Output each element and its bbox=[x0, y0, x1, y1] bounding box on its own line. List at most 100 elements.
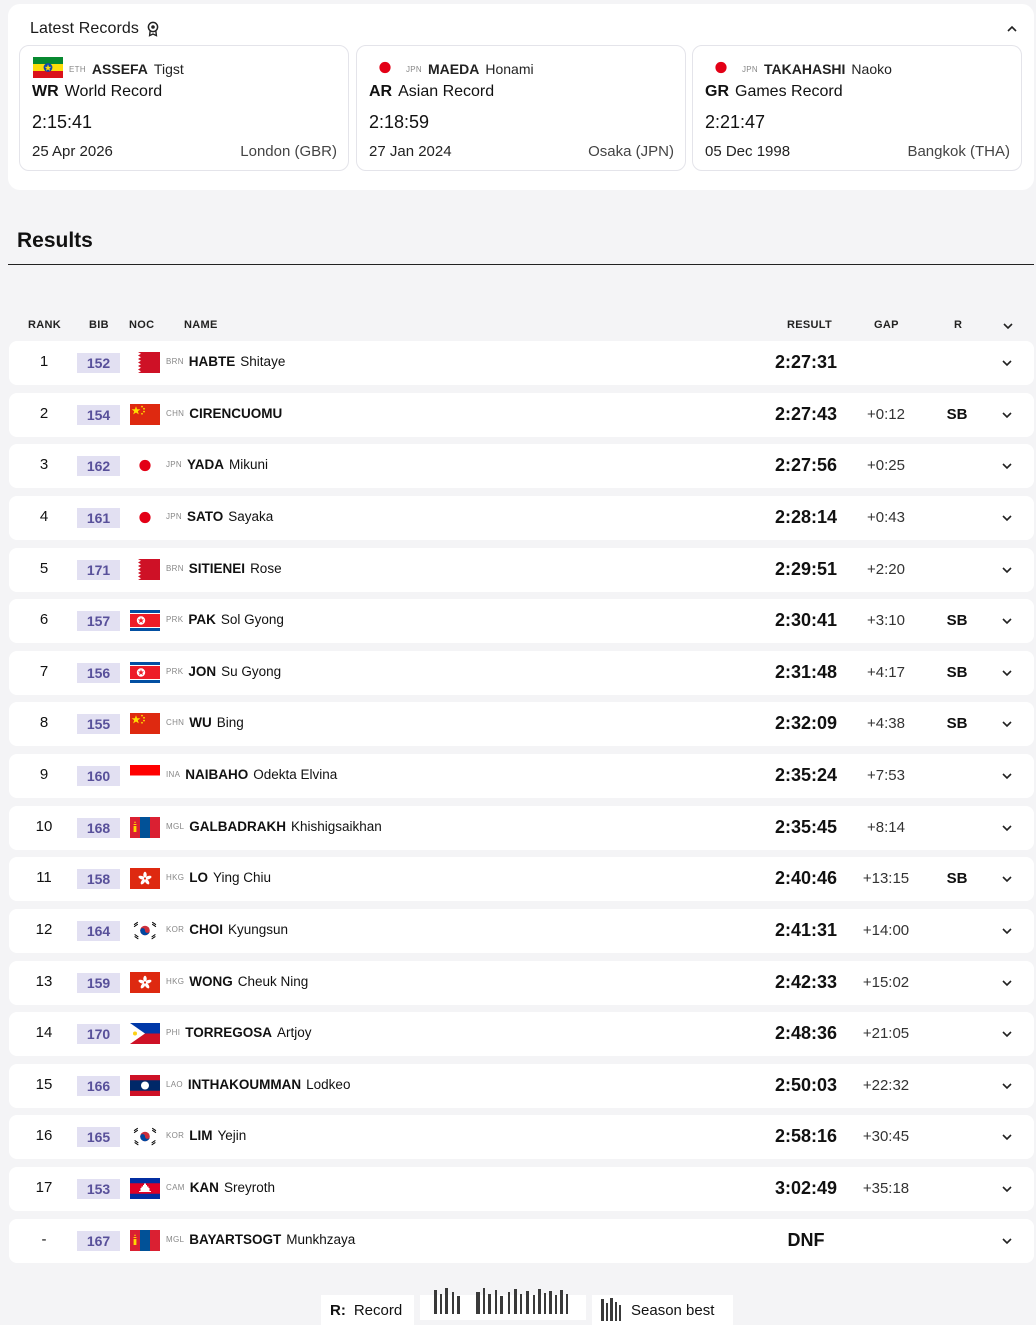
chevron-down-icon bbox=[1002, 1238, 1012, 1245]
expand-row-button[interactable] bbox=[1001, 1130, 1013, 1142]
result-row[interactable]: 15 166 LAO INTHAKOUMMAN Lodkeo 2:50:03 +… bbox=[9, 1064, 1034, 1108]
rank-value: 3 bbox=[39, 456, 49, 473]
result-row[interactable]: 11 158 HKG LO Ying Chiu 2:40:46 +13:15 S… bbox=[9, 857, 1034, 901]
flag-jpn-icon bbox=[370, 57, 400, 81]
athlete-surname: SATO bbox=[187, 509, 224, 524]
expand-row-button[interactable] bbox=[1001, 459, 1013, 471]
flag-prk-icon bbox=[130, 662, 160, 683]
noc-code: BRN bbox=[166, 564, 184, 573]
result-row[interactable]: 4 161 JPN SATO Sayaka 2:28:14 +0:43 bbox=[9, 496, 1034, 540]
record-badge: SB bbox=[946, 612, 968, 629]
athlete-name: PRK PAK Sol Gyong bbox=[166, 612, 284, 627]
chevron-down-icon bbox=[1002, 463, 1012, 470]
rank-value: 12 bbox=[35, 921, 53, 938]
expand-row-button[interactable] bbox=[1001, 1182, 1013, 1194]
chevron-down-icon bbox=[1002, 1186, 1012, 1193]
bib-badge: 171 bbox=[77, 560, 120, 580]
noc-code: HKG bbox=[166, 977, 185, 986]
result-row[interactable]: 8 155 CHN WU Bing 2:32:09 +4:38 SB bbox=[9, 702, 1034, 746]
record-type-abbr: WR bbox=[32, 83, 59, 100]
chevron-down-icon bbox=[1002, 721, 1012, 728]
expand-row-button[interactable] bbox=[1001, 1027, 1013, 1039]
bib-badge: 155 bbox=[77, 714, 120, 734]
gap-value: +7:53 bbox=[867, 767, 905, 784]
flag-jpn-icon bbox=[706, 57, 736, 81]
athlete-given-name: Khishigsaikhan bbox=[291, 819, 382, 834]
record-card-world[interactable]: ETH ASSEFA Tigst WR World Record 2:15:41 … bbox=[19, 45, 349, 171]
athlete-name: JPN SATO Sayaka bbox=[166, 509, 273, 524]
athlete-given-name: Rose bbox=[250, 561, 282, 576]
result-row[interactable]: 16 165 KOR LIM Yejin 2:58:16 +30:45 bbox=[9, 1115, 1034, 1159]
bib-badge: 152 bbox=[77, 353, 120, 373]
result-row[interactable]: 10 168 MGL GALBADRAKH Khishigsaikhan 2:3… bbox=[9, 806, 1034, 850]
gap-value: +4:38 bbox=[867, 715, 905, 732]
result-row[interactable]: 9 160 INA NAIBAHO Odekta Elvina 2:35:24 … bbox=[9, 754, 1034, 798]
expand-row-button[interactable] bbox=[1001, 717, 1013, 729]
result-row[interactable]: 14 170 PHI TORREGOSA Artjoy 2:48:36 +21:… bbox=[9, 1012, 1034, 1056]
result-row[interactable]: 1 152 BRN HABTE Shitaye 2:27:31 bbox=[9, 341, 1034, 385]
noc-code: CHN bbox=[166, 718, 185, 727]
chevron-down-icon bbox=[1002, 360, 1012, 367]
expand-row-button[interactable] bbox=[1001, 614, 1013, 626]
season-best-swatch-icon bbox=[601, 1298, 621, 1321]
athlete-name: MGL GALBADRAKH Khishigsaikhan bbox=[166, 819, 382, 834]
result-row[interactable]: 17 153 CAM KAN Sreyroth 3:02:49 +35:18 bbox=[9, 1167, 1034, 1211]
expand-row-button[interactable] bbox=[1001, 769, 1013, 781]
rank-value: 15 bbox=[35, 1076, 53, 1093]
expand-row-button[interactable] bbox=[1001, 408, 1013, 420]
result-row[interactable]: 12 164 KOR CHOI Kyungsun 2:41:31 +14:00 bbox=[9, 909, 1034, 953]
athlete-name: JPN YADA Mikuni bbox=[166, 457, 268, 472]
bib-badge: 170 bbox=[77, 1024, 120, 1044]
athlete-name: CHN WU Bing bbox=[166, 715, 244, 730]
result-row[interactable]: - 167 MGL BAYARTSOGT Munkhzaya DNF bbox=[9, 1219, 1034, 1263]
result-row[interactable]: 5 171 BRN SITIENEI Rose 2:29:51 +2:20 bbox=[9, 548, 1034, 592]
result-row[interactable]: 7 156 PRK JON Su Gyong 2:31:48 +4:17 SB bbox=[9, 651, 1034, 695]
expand-row-button[interactable] bbox=[1001, 821, 1013, 833]
result-row[interactable]: 13 159 HKG WONG Cheuk Ning 2:42:33 +15:0… bbox=[9, 961, 1034, 1005]
gap-value: +30:45 bbox=[862, 1128, 910, 1145]
expand-row-button[interactable] bbox=[1001, 1079, 1013, 1091]
record-card-games[interactable]: JPN TAKAHASHI Naoko GR Games Record 2:21:… bbox=[692, 45, 1022, 171]
expand-row-button[interactable] bbox=[1001, 872, 1013, 884]
noc-code: KOR bbox=[166, 925, 185, 934]
legend-season-best-label: Season best bbox=[631, 1301, 715, 1319]
expand-row-button[interactable] bbox=[1001, 356, 1013, 368]
award-ribbon-icon bbox=[147, 21, 159, 37]
expand-row-button[interactable] bbox=[1001, 563, 1013, 575]
flag-hkg-icon bbox=[130, 868, 160, 889]
latest-records-header: Latest Records bbox=[30, 18, 159, 40]
athlete-surname: TAKAHASHI bbox=[764, 61, 846, 77]
noc-code: MGL bbox=[166, 822, 185, 831]
noc-code: JPN bbox=[406, 64, 423, 74]
athlete-given-name: Sol Gyong bbox=[220, 612, 284, 627]
bib-badge: 159 bbox=[77, 973, 120, 993]
result-time: 2:42:33 bbox=[774, 972, 838, 992]
flag-lao-icon bbox=[130, 1075, 160, 1096]
result-row[interactable]: 6 157 PRK PAK Sol Gyong 2:30:41 +3:10 SB bbox=[9, 599, 1034, 643]
result-row[interactable]: 2 154 CHN CIRENCUOMU 2:27:43 +0:12 SB bbox=[9, 393, 1034, 437]
collapse-records-button[interactable] bbox=[1004, 20, 1020, 36]
record-type-label: Asian Record bbox=[398, 83, 495, 100]
expand-row-button[interactable] bbox=[1001, 976, 1013, 988]
results-title: Results bbox=[17, 229, 93, 252]
expand-row-button[interactable] bbox=[1001, 1234, 1013, 1246]
result-time: 2:29:51 bbox=[774, 559, 838, 579]
noc-code: KOR bbox=[166, 1131, 185, 1140]
expand-row-button[interactable] bbox=[1001, 511, 1013, 523]
chevron-down-icon bbox=[1002, 670, 1012, 677]
result-time: 2:27:56 bbox=[774, 455, 838, 475]
rank-value: 4 bbox=[39, 508, 49, 525]
column-header-gap: GAP bbox=[874, 319, 899, 331]
expand-row-button[interactable] bbox=[1001, 666, 1013, 678]
record-card-asian[interactable]: JPN MAEDA Honami AR Asian Record 2:18:59 … bbox=[356, 45, 686, 171]
record-result: 2:18:59 bbox=[369, 112, 430, 132]
expand-row-button[interactable] bbox=[1001, 924, 1013, 936]
flag-cam-icon bbox=[130, 1178, 160, 1199]
legend-record-key: R: bbox=[330, 1301, 346, 1319]
result-time: 2:28:14 bbox=[774, 507, 838, 527]
expand-all-button[interactable] bbox=[1002, 319, 1014, 331]
rank-value: 8 bbox=[39, 714, 49, 731]
result-row[interactable]: 3 162 JPN YADA Mikuni 2:27:56 +0:25 bbox=[9, 444, 1034, 488]
gap-value: +22:32 bbox=[862, 1077, 910, 1094]
flag-kor-icon bbox=[130, 920, 160, 941]
